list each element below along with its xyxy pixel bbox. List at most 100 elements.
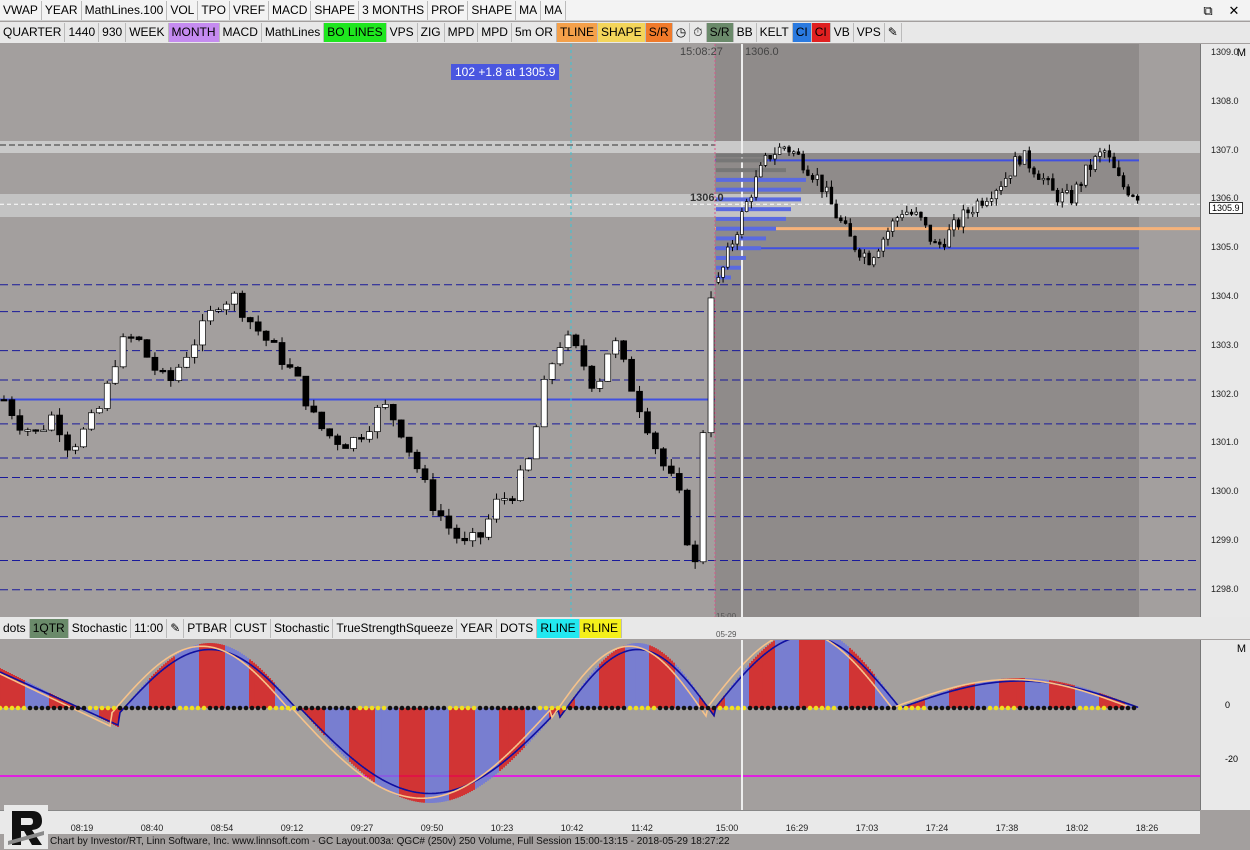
indicator-button-4[interactable]: ✎	[167, 618, 185, 638]
study-button-5[interactable]: MACD	[219, 23, 262, 42]
toolbar-button-10[interactable]: SHAPE	[468, 0, 517, 20]
toolbar-button-7[interactable]: SHAPE	[311, 0, 360, 20]
study-button-8[interactable]: VPS	[386, 23, 418, 42]
candle-up	[564, 334, 572, 348]
study-button-0[interactable]: QUARTER	[0, 23, 66, 42]
indicator-button-3[interactable]: 11:00	[131, 618, 168, 638]
toolbar-button-4[interactable]: TPO	[198, 0, 231, 20]
candle-up	[721, 266, 725, 278]
study-button-7[interactable]: BO LINES	[324, 23, 387, 42]
status-bar: Chart by Investor/RT, Linn Software, Inc…	[50, 836, 730, 847]
squeeze-dot	[795, 705, 801, 711]
squeeze-dot	[849, 705, 855, 711]
squeeze-dot	[789, 705, 795, 711]
squeeze-dot	[645, 705, 651, 711]
toolbar-button-2[interactable]: MathLines.100	[82, 0, 168, 20]
indicator-button-8[interactable]: TrueStrengthSqueeze	[333, 618, 458, 638]
candle-up	[1098, 151, 1102, 157]
study-button-23[interactable]: VB	[830, 23, 854, 42]
study-button-19[interactable]: BB	[733, 23, 757, 42]
toolbar-button-5[interactable]: VREF	[230, 0, 270, 20]
toolbar-button-9[interactable]: PROF	[428, 0, 469, 20]
time-tick: 09:50	[420, 823, 444, 833]
indicator-button-10[interactable]: DOTS	[496, 618, 538, 638]
candle-down	[572, 334, 580, 347]
study-button-22[interactable]: CI	[811, 23, 831, 42]
squeeze-dot	[33, 705, 39, 711]
restore-icon[interactable]: ⧉	[1200, 3, 1216, 19]
study-button-6[interactable]: MathLines	[261, 23, 325, 42]
indicator-button-7[interactable]: Stochastic	[270, 618, 334, 638]
study-button-11[interactable]: MPD	[478, 23, 512, 42]
squeeze-dot	[249, 705, 255, 711]
price-chart[interactable]: 102 +1.8 at 1305.9 15:08:27 1306.0 1306.…	[0, 44, 1200, 621]
squeeze-dot	[1101, 705, 1107, 711]
study-button-12[interactable]: 5m OR	[511, 23, 557, 42]
candle-down	[32, 429, 40, 432]
toolbar-button-3[interactable]: VOL	[167, 0, 199, 20]
study-button-10[interactable]: MPD	[444, 23, 479, 42]
investor-rt-logo-icon	[4, 805, 48, 849]
time-axis[interactable]: 08:19 08:40 08:54 09:12 09:27 09:50 10:23 10:42…	[0, 810, 1200, 834]
time-tick: 08:19	[70, 823, 94, 833]
candle-down	[620, 340, 627, 360]
price-tick: 1299.0	[1211, 535, 1239, 545]
squeeze-dot	[933, 705, 939, 711]
candle-up	[612, 340, 620, 355]
study-button-21[interactable]: CI	[792, 23, 812, 42]
squeeze-dot	[873, 705, 879, 711]
toolbar-button-1[interactable]: YEAR	[42, 0, 82, 20]
close-icon[interactable]: ✕	[1226, 3, 1242, 19]
toolbar-button-0[interactable]: VWAP	[0, 0, 42, 20]
indicator-button-11[interactable]: RLINE	[537, 618, 580, 638]
indicator-button-1[interactable]: 1QTR	[29, 618, 69, 638]
study-button-16[interactable]: ◷	[672, 23, 691, 42]
indicator-axis[interactable]: M 0 -20	[1200, 640, 1250, 810]
study-button-18[interactable]: S/R	[706, 23, 734, 42]
indicator-button-0[interactable]: dots	[0, 618, 30, 638]
indicator-button-12[interactable]: RLINE	[579, 618, 622, 638]
price-change-label: 102 +1.8 at 1305.9	[451, 64, 560, 80]
cursor-time: 15:08:27	[680, 46, 723, 58]
squeeze-dot	[321, 705, 327, 711]
candle-up	[914, 211, 918, 215]
candle-down	[652, 432, 659, 450]
price-axis[interactable]: M 1305.9 1309.0 1308.0 1307.0 1306.0 1305.0 1…	[1200, 44, 1250, 621]
study-button-3[interactable]: WEEK	[126, 23, 169, 42]
candle-down	[1131, 194, 1135, 197]
study-button-15[interactable]: S/R	[645, 23, 673, 42]
candle-down	[1037, 173, 1041, 180]
squeeze-dot	[765, 705, 771, 711]
candle-down	[867, 252, 871, 266]
study-button-1[interactable]: 1440	[65, 23, 100, 42]
toolbar-button-11[interactable]: MA	[516, 0, 542, 20]
study-button-17[interactable]: ⏱	[690, 23, 707, 42]
study-button-24[interactable]: VPS	[853, 23, 885, 42]
squeeze-dot	[1059, 705, 1065, 711]
study-button-25[interactable]: ✎	[884, 23, 902, 42]
squeeze-dot	[489, 705, 495, 711]
time-tick: 09:27	[350, 823, 374, 833]
toolbar-button-6[interactable]: MACD	[269, 0, 312, 20]
study-button-20[interactable]: KELT	[756, 23, 793, 42]
candle-up	[1004, 178, 1008, 187]
candle-down	[135, 336, 143, 341]
indicator-button-6[interactable]: CUST	[231, 618, 271, 638]
indicator-button-2[interactable]: Stochastic	[68, 618, 132, 638]
indicator-button-9[interactable]: YEAR	[457, 618, 497, 638]
stochastic-panel[interactable]	[0, 640, 1200, 810]
indicator-button-5[interactable]: PTBAR	[184, 618, 232, 638]
study-button-13[interactable]: TLINE	[556, 23, 598, 42]
time-tick: 16:29	[785, 823, 809, 833]
candle-down	[667, 465, 675, 474]
study-button-9[interactable]: ZIG	[417, 23, 445, 42]
toolbar-button-8[interactable]: 3 MONTHS	[359, 0, 429, 20]
study-button-2[interactable]: 930	[99, 23, 127, 42]
toolbar-button-12[interactable]: MA	[541, 0, 567, 20]
candle-up	[540, 378, 548, 428]
candle-down	[127, 336, 135, 339]
candle-up	[191, 344, 198, 358]
candle-up	[88, 412, 95, 430]
study-button-14[interactable]: SHAPE	[598, 23, 646, 42]
study-button-4[interactable]: MONTH	[168, 23, 220, 42]
